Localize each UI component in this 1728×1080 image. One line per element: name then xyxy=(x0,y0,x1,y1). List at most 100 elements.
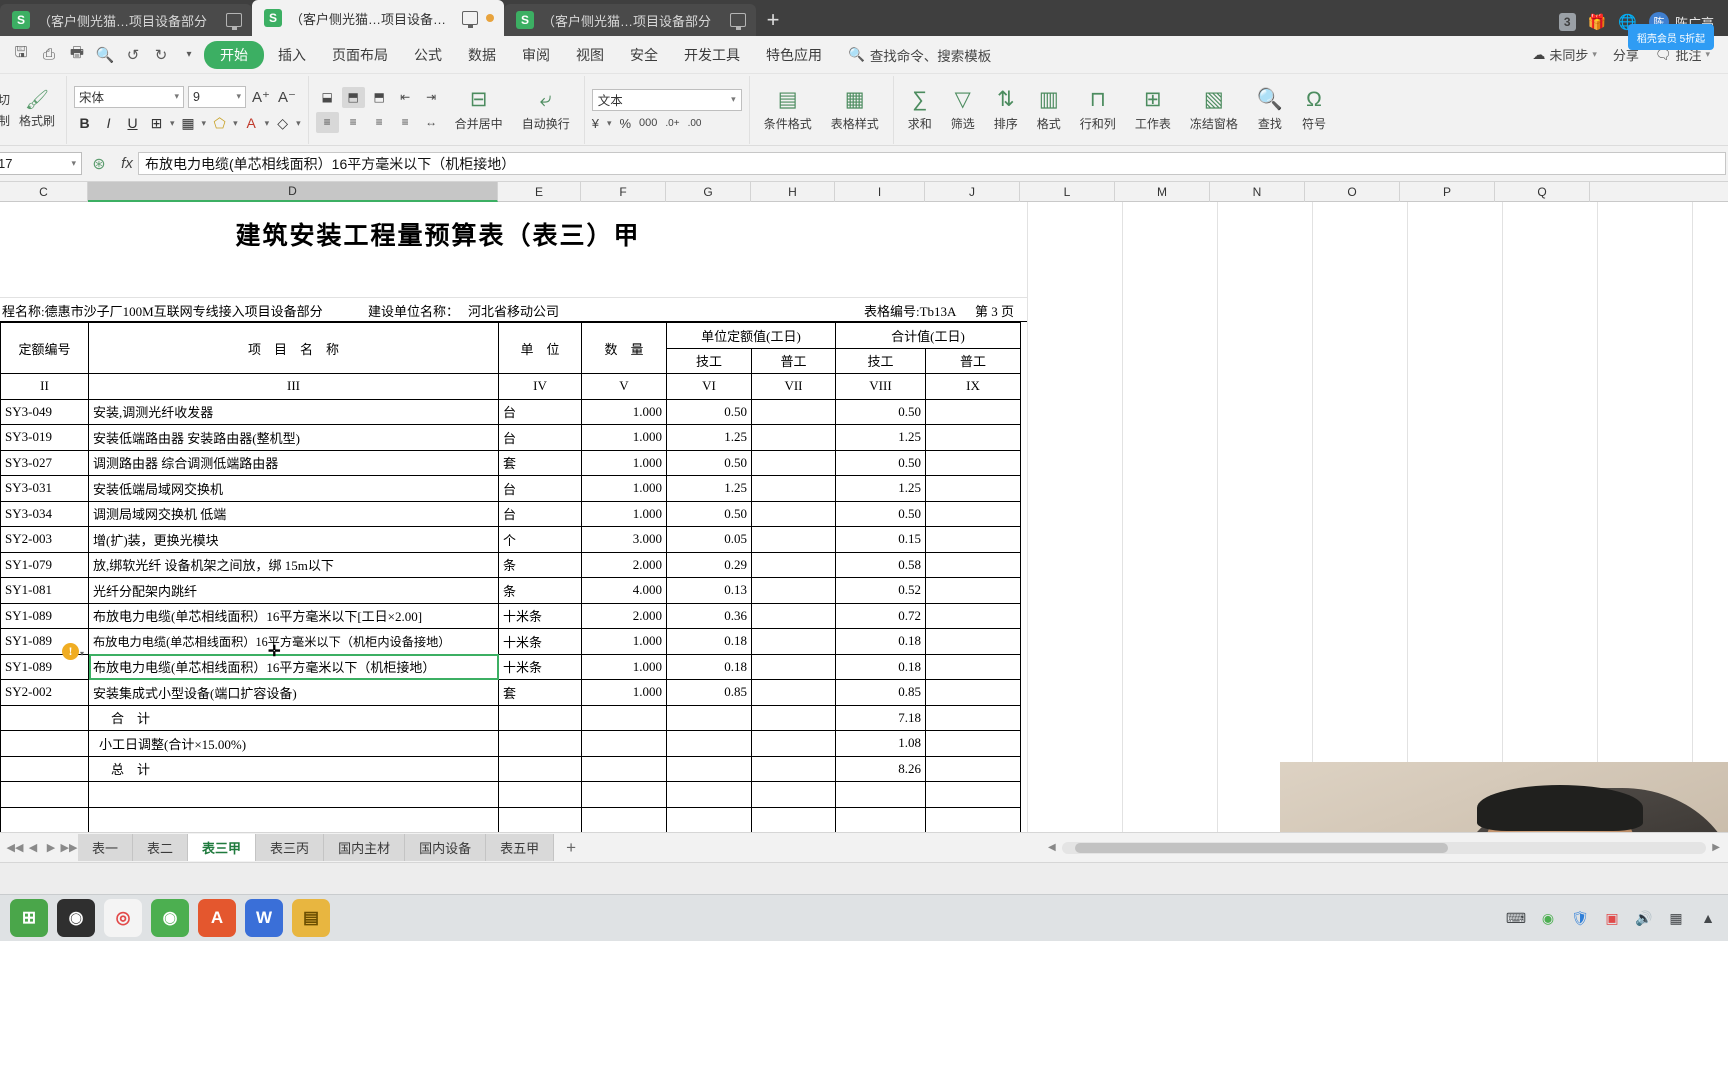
currency-format-icon[interactable]: ¥ xyxy=(592,116,599,131)
summary-empty-code[interactable] xyxy=(0,755,89,782)
prev-sheet-button[interactable]: ◀ xyxy=(24,841,42,854)
cut-button[interactable]: 剪切 xyxy=(0,91,10,108)
cell-total-skilled[interactable]: 0.50 xyxy=(835,398,926,425)
cell-name[interactable]: 布放电力电缆(单芯相线面积）16平方毫米以下（机柜内设备接地） xyxy=(88,628,499,655)
notify-icon[interactable]: ▣ xyxy=(1602,908,1622,928)
cell-unit-skilled[interactable]: 0.05 xyxy=(666,526,752,553)
last-sheet-button[interactable]: ▶▶ xyxy=(60,841,78,854)
column-header-Q[interactable]: Q xyxy=(1495,182,1590,202)
cell-qty[interactable]: 1.000 xyxy=(581,653,667,680)
start-icon[interactable]: ⊞ xyxy=(10,899,48,937)
cell-name[interactable]: 放,绑软光纤 设备机架之间放，绑 15m以下 xyxy=(88,551,499,578)
italic-button[interactable]: I xyxy=(98,113,119,134)
cell-code[interactable]: SY3-034 xyxy=(0,500,89,527)
summary-label-grand[interactable]: 总 计 xyxy=(88,755,499,782)
sync-status[interactable]: ☁ 未同步 ▾ xyxy=(1532,45,1597,64)
document-tab-1[interactable]: S （客户侧光猫…项目设备部分 xyxy=(0,4,252,36)
menu-item-home[interactable]: 开始 xyxy=(204,40,264,69)
column-header-L[interactable]: L xyxy=(1020,182,1115,202)
distribute-icon[interactable]: ↔ xyxy=(420,112,443,133)
cell-unit-common[interactable] xyxy=(751,653,836,680)
cell-unit-skilled[interactable]: 0.85 xyxy=(666,679,752,706)
cell-name[interactable]: 光纤分配架内跳纤 xyxy=(88,577,499,604)
summary-value-total[interactable]: 7.18 xyxy=(835,704,926,731)
wrap-text-button[interactable]: ⤶ 自动换行 xyxy=(515,88,577,132)
summary-unit-common[interactable] xyxy=(751,730,836,757)
summary-value-grand[interactable]: 8.26 xyxy=(835,755,926,782)
monitor-icon[interactable] xyxy=(462,11,478,28)
browser-icon[interactable]: ◎ xyxy=(104,899,142,937)
undo-icon[interactable]: ↺ xyxy=(120,42,146,68)
monitor-icon[interactable] xyxy=(730,13,746,30)
cell-name-active[interactable]: 布放电力电缆(单芯相线面积）16平方毫米以下（机柜接地） xyxy=(88,653,499,680)
save-icon[interactable]: 🖫 xyxy=(8,42,34,68)
shield-icon[interactable]: 🛡 xyxy=(1570,908,1590,928)
format-painter-button[interactable]: 🖌 格式刷 xyxy=(15,90,59,129)
cell-unit[interactable]: 十米条 xyxy=(498,602,582,629)
chevron-down-icon[interactable]: ▾ xyxy=(170,118,175,129)
keyboard-icon[interactable]: ⌨ xyxy=(1506,908,1526,928)
print-icon[interactable]: ⎙ xyxy=(36,42,62,68)
cell-total-skilled[interactable]: 0.15 xyxy=(835,526,926,553)
font-family-select[interactable]: 宋体 ▾ xyxy=(74,85,185,108)
menu-item-featured-apps[interactable]: 特色应用 xyxy=(754,41,834,69)
column-header-M[interactable]: M xyxy=(1115,182,1210,202)
chevron-down-icon[interactable]: ▾ xyxy=(296,118,301,129)
cell-unit-skilled[interactable]: 0.18 xyxy=(666,628,752,655)
table-row[interactable]: SY3-031 安装低端局域网交换机 台 1.000 1.25 1.25 xyxy=(0,475,1021,502)
align-center-icon[interactable]: ≡ xyxy=(342,112,365,133)
column-header-O[interactable]: O xyxy=(1305,182,1400,202)
scrollbar-thumb[interactable] xyxy=(1074,842,1449,853)
sheet-tab-biao-san-jia[interactable]: 表三甲 xyxy=(188,834,257,861)
cell-unit-common[interactable] xyxy=(751,628,836,655)
copy-button[interactable]: 复制 xyxy=(0,112,10,129)
cell-unit[interactable]: 台 xyxy=(498,500,582,527)
sheet-tab-biao-yi[interactable]: 表一 xyxy=(78,834,134,861)
sheet-tab-guonei-zhucai[interactable]: 国内主材 xyxy=(324,834,406,861)
menu-item-formula[interactable]: 公式 xyxy=(402,41,454,69)
cell-total-skilled[interactable]: 1.25 xyxy=(835,424,926,451)
cell-qty[interactable]: 1.000 xyxy=(581,398,667,425)
cell-total-skilled[interactable]: 0.50 xyxy=(835,449,926,476)
summary-unit-skilled[interactable] xyxy=(666,730,752,757)
menu-item-data[interactable]: 数据 xyxy=(456,41,508,69)
cell-unit[interactable]: 个 xyxy=(498,526,582,553)
cell-code[interactable]: SY1-079 xyxy=(0,551,89,578)
cell-unit[interactable]: 十米条 xyxy=(498,653,582,680)
cell-unit-skilled[interactable]: 0.50 xyxy=(666,449,752,476)
cell-code[interactable]: SY2-003 xyxy=(0,526,89,553)
filter-button[interactable]: ▽ 筛选 xyxy=(944,88,982,132)
volume-icon[interactable]: 🔊 xyxy=(1634,908,1654,928)
command-search[interactable]: 🔍 查找命令、搜索模板 xyxy=(848,45,991,65)
empty-row[interactable] xyxy=(0,806,1021,832)
network-icon[interactable]: ▦ xyxy=(1666,908,1686,928)
table-row[interactable]: SY1-089 布放电力电缆(单芯相线面积）16平方毫米以下[工日×2.00] … xyxy=(0,602,1021,629)
cell-qty[interactable]: 1.000 xyxy=(581,449,667,476)
first-sheet-button[interactable]: ◀◀ xyxy=(6,841,24,854)
summary-unit[interactable] xyxy=(498,704,582,731)
increase-font-size-button[interactable]: A⁺ xyxy=(250,88,272,106)
column-header-D[interactable]: D xyxy=(88,182,498,202)
customize-icon[interactable]: ▾ xyxy=(176,42,202,68)
cell-total-common[interactable] xyxy=(925,628,1021,655)
cell-total-skilled[interactable]: 0.72 xyxy=(835,602,926,629)
column-header-N[interactable]: N xyxy=(1210,182,1305,202)
cell-code[interactable]: SY3-031 xyxy=(0,475,89,502)
decrease-font-size-button[interactable]: A⁻ xyxy=(276,88,298,106)
table-row[interactable]: SY2-003 增(扩)装，更换光模块 个 3.000 0.05 0.15 xyxy=(0,526,1021,553)
chevron-down-icon[interactable]: ▾ xyxy=(607,118,612,129)
summary-qty[interactable] xyxy=(581,755,667,782)
cell-name[interactable]: 增(扩)装，更换光模块 xyxy=(88,526,499,553)
align-justify-icon[interactable]: ≡ xyxy=(394,112,417,133)
cell-total-common[interactable] xyxy=(925,475,1021,502)
cell-qty[interactable]: 3.000 xyxy=(581,526,667,553)
cell-qty[interactable]: 4.000 xyxy=(581,577,667,604)
sum-button[interactable]: ∑ 求和 xyxy=(901,88,939,132)
summary-qty[interactable] xyxy=(581,704,667,731)
cell-unit-common[interactable] xyxy=(751,475,836,502)
chevron-down-icon[interactable]: ▾ xyxy=(80,649,84,658)
menu-item-view[interactable]: 视图 xyxy=(564,41,616,69)
cell-unit[interactable]: 十米条 xyxy=(498,628,582,655)
cell-total-common[interactable] xyxy=(925,551,1021,578)
table-row[interactable]: SY3-019 安装低端路由器 安装路由器(整机型) 台 1.000 1.25 … xyxy=(0,424,1021,451)
